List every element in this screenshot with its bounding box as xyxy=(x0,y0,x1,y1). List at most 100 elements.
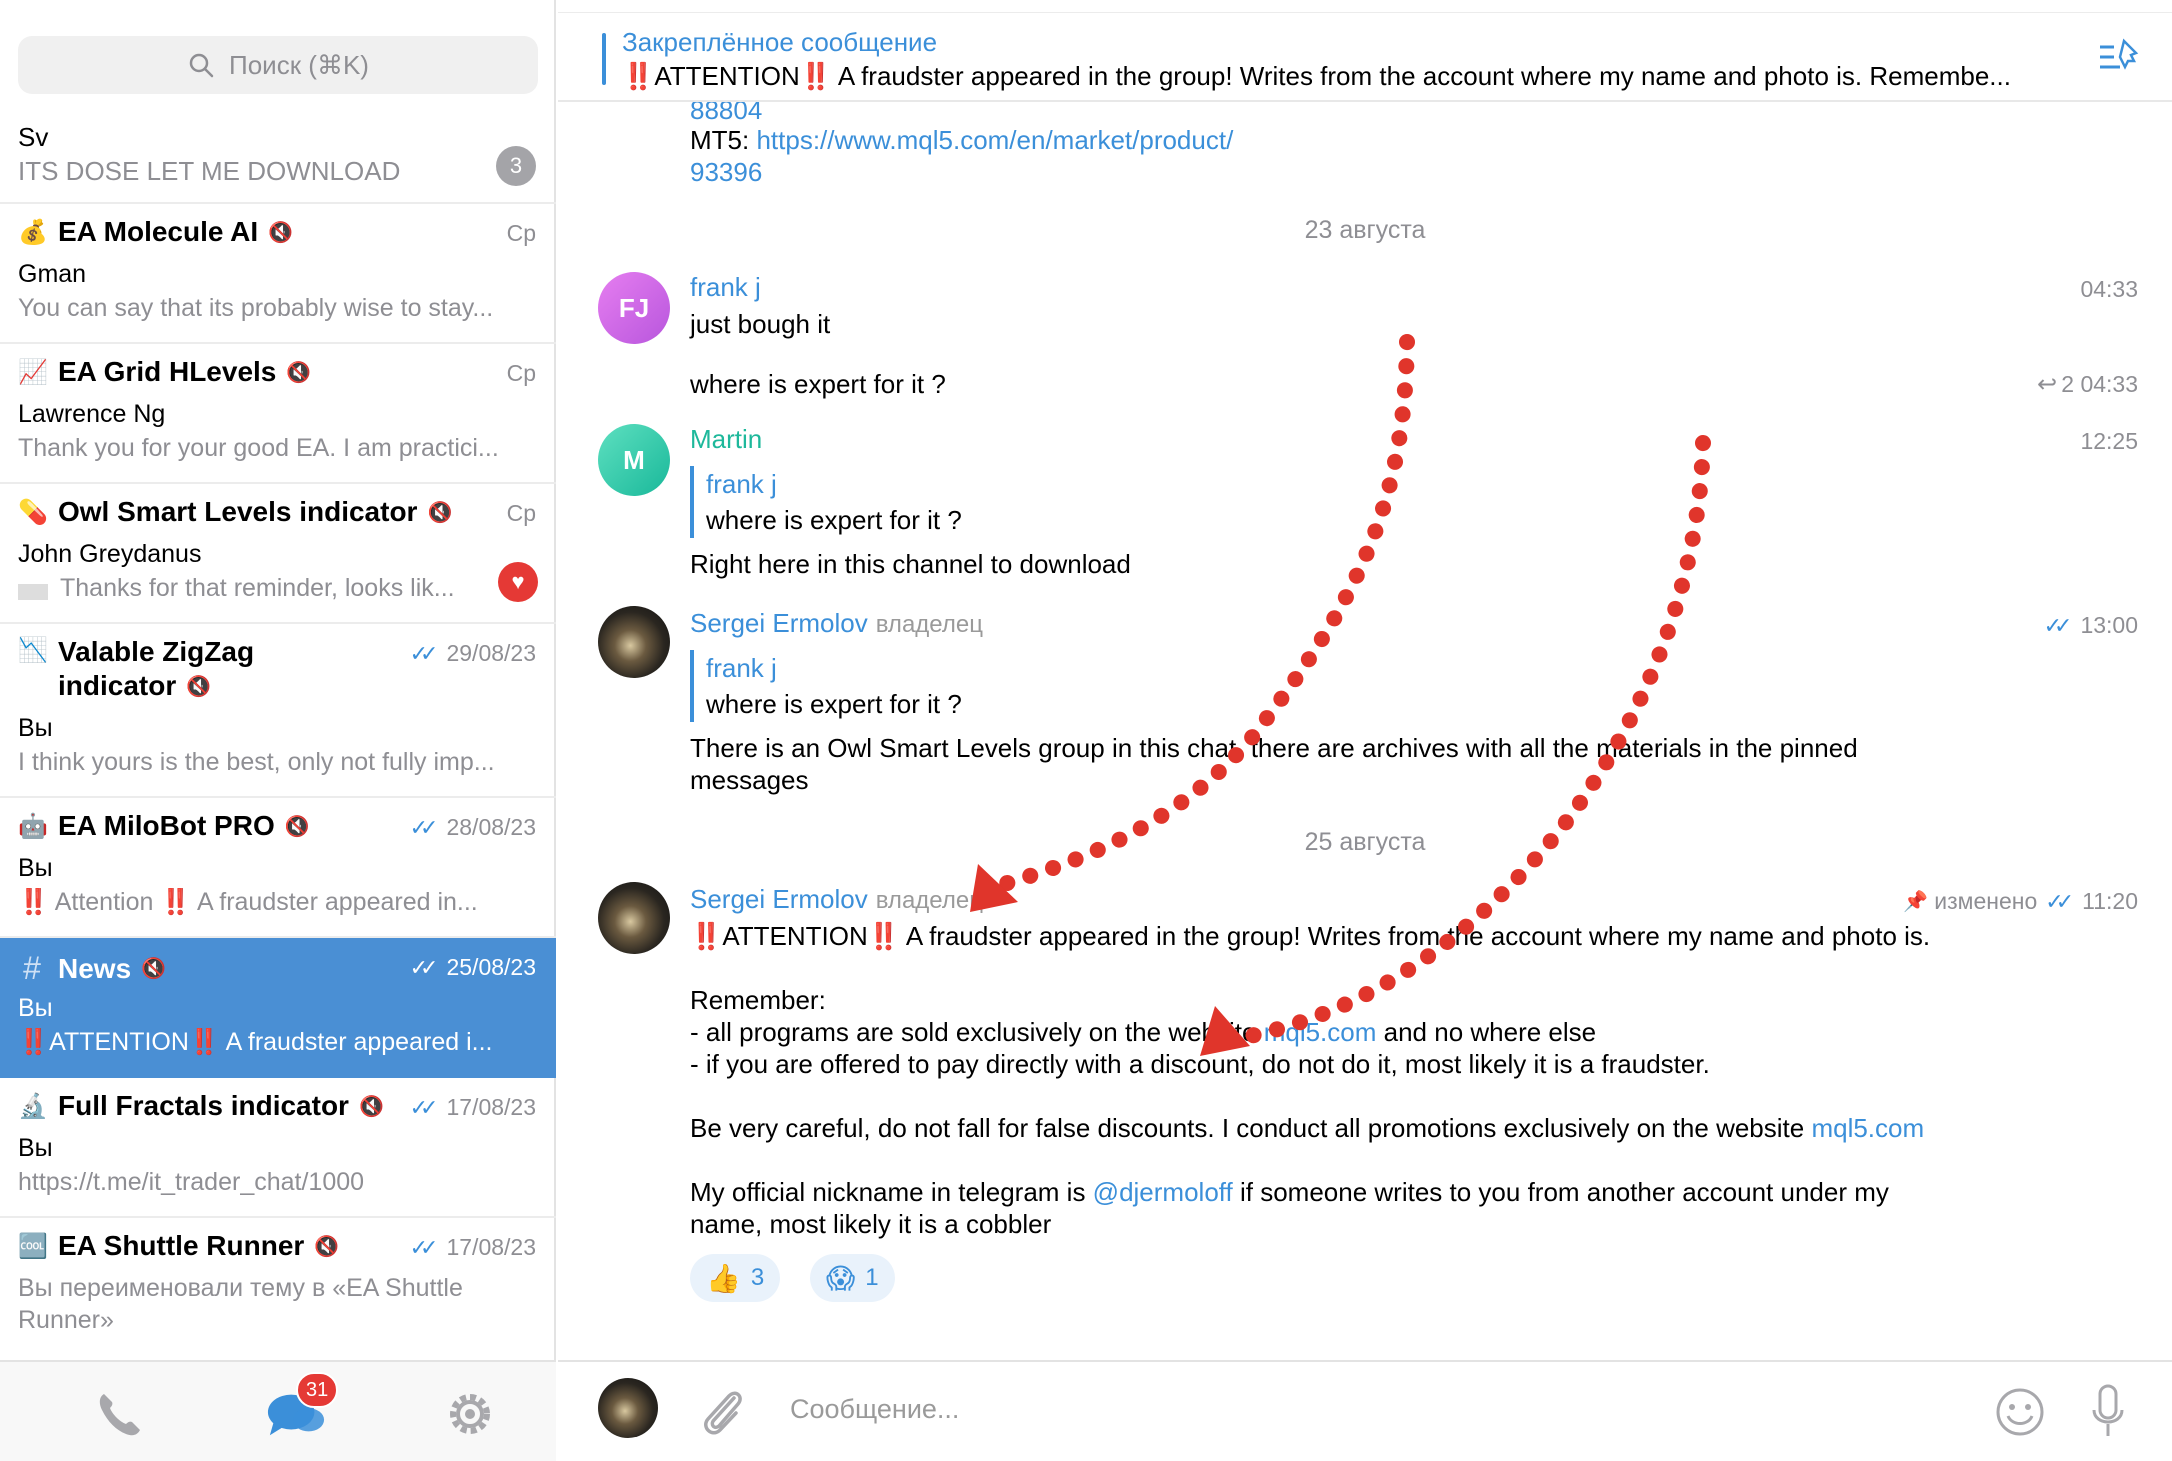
avatar[interactable]: FJ xyxy=(598,272,670,344)
text-part: Be very careful, do not fall for false d… xyxy=(690,1113,1812,1143)
mql5-link[interactable]: mql5.com xyxy=(1811,1113,1924,1143)
message-text: name, most likely it is a cobbler xyxy=(690,1209,1052,1239)
double-check-icon: ✓✓ xyxy=(409,640,439,666)
link-fragment[interactable]: 93396 xyxy=(690,156,762,188)
text-part: My official nickname in telegram is xyxy=(690,1177,1093,1207)
pinned-title: Закреплённое сообщение xyxy=(622,27,938,57)
message-text: Remember: xyxy=(690,985,826,1015)
chat-date: 25/08/23 xyxy=(446,954,536,980)
quote-text: where is expert for it ? xyxy=(706,689,962,719)
reaction-count: 1 xyxy=(865,1264,879,1291)
message-text: where is expert for it ? xyxy=(690,369,946,399)
chat-sender: Вы xyxy=(18,854,53,882)
chat-title: News xyxy=(58,952,132,984)
reply-quote[interactable]: frank j where is expert for it ? xyxy=(690,466,962,538)
chat-item-sv[interactable]: Sv ITS DOSE LET ME DOWNLOAD 3 xyxy=(0,112,556,204)
chat-item-owl-smart-levels[interactable]: 💊 Owl Smart Levels indicator 🔇 Ср John Gre… xyxy=(0,484,556,624)
chat-item-valable-zigzag[interactable]: 📉 Valable ZigZag indicator 🔇 ✓✓ 29/08/23 Вы… xyxy=(0,624,556,798)
sender-name[interactable]: frank j xyxy=(690,272,761,303)
date-separator: 25 августа xyxy=(1304,828,1426,856)
message-text: just bough it xyxy=(690,309,831,339)
quote-text: where is expert for it ? xyxy=(706,505,962,535)
chat-date: 28/08/23 xyxy=(446,814,536,840)
search-input[interactable]: Поиск (⌘K) xyxy=(18,36,538,94)
role-label: владелец xyxy=(875,887,983,914)
mt5-link[interactable]: https://www.mql5.com/en/market/product/ xyxy=(756,125,1233,155)
chat-date: 29/08/23 xyxy=(446,640,536,666)
avatar[interactable]: M xyxy=(598,424,670,496)
sender-name-row[interactable]: Sergei Ermolov владелец xyxy=(690,884,983,915)
sender-name[interactable]: Martin xyxy=(690,424,762,455)
avatar[interactable] xyxy=(598,882,670,954)
search-placeholder: Поиск (⌘K) xyxy=(229,49,369,80)
chat-list: Sv ITS DOSE LET ME DOWNLOAD 3 💰 EA Molecu… xyxy=(0,112,556,1358)
reaction-thumbs-up[interactable]: 👍 3 xyxy=(690,1254,781,1302)
message-text: - all programs are sold exclusively on t… xyxy=(690,1016,1596,1048)
pinned-text: ‼️ATTENTION‼️ A fraudster appeared in th… xyxy=(622,61,2011,91)
microphone-icon[interactable] xyxy=(2088,1382,2128,1442)
muted-icon: 🔇 xyxy=(284,815,310,838)
reply-quote[interactable]: frank j where is expert for it ? xyxy=(690,650,962,722)
pill-icon: 💊 xyxy=(18,498,48,526)
chat-title: Owl Smart Levels indicator xyxy=(58,496,418,527)
chat-title: EA MiloBot PRO xyxy=(58,810,275,841)
avatar[interactable] xyxy=(598,606,670,678)
chat-preview: https://t.me/it_trader_chat/1000 xyxy=(18,1168,365,1196)
chat-title: Full Fractals indicator xyxy=(58,1090,349,1121)
message-input[interactable]: Сообщение... xyxy=(790,1394,959,1425)
chat-sender: Вы xyxy=(18,714,53,742)
search-icon xyxy=(189,53,214,78)
pinned-list-icon[interactable] xyxy=(2098,37,2142,77)
send-as-avatar[interactable] xyxy=(598,1378,658,1438)
muted-icon: 🔇 xyxy=(358,1095,384,1118)
pinned-accent-bar xyxy=(602,33,606,85)
mt5-label: MT5: xyxy=(690,125,757,155)
reaction-scream[interactable]: 😱 1 xyxy=(810,1254,895,1302)
heart-reaction-icon: ♥ xyxy=(498,562,538,602)
scream-face-icon: 😱 xyxy=(826,1262,856,1294)
thumbs-up-icon: 👍 xyxy=(706,1262,741,1294)
quote-author: frank j xyxy=(706,653,777,683)
tab-settings[interactable] xyxy=(440,1384,500,1444)
message-meta[interactable]: ↩ 2 04:33 xyxy=(2037,370,2138,399)
chat-title: EA Molecule AI xyxy=(58,216,259,247)
preview-thumbnail xyxy=(18,584,48,600)
username-link[interactable]: @djermoloff xyxy=(1093,1177,1233,1207)
chat-view: Закреплённое сообщение ‼️ATTENTION‼️ A f… xyxy=(558,0,2172,1461)
chat-item-full-fractals[interactable]: 🔬 Full Fractals indicator 🔇 ✓✓ 17/08/23 Вы … xyxy=(0,1078,556,1218)
chat-preview: ‼️ATTENTION‼️ A fraudster appeared i... xyxy=(18,1028,493,1056)
sender-name-row[interactable]: Sergei Ermolov владелец xyxy=(690,608,983,639)
sidebar: Поиск (⌘K) Sv ITS DOSE LET ME DOWNLOAD 3… xyxy=(0,0,556,1461)
chat-date: Ср xyxy=(506,500,536,526)
emoji-icon[interactable] xyxy=(1994,1386,2046,1438)
chat-item-ea-grid-hlevels[interactable]: 📈 EA Grid HLevels 🔇 Ср Lawrence Ng Thank y… xyxy=(0,344,556,484)
pinned-message-bar[interactable]: Закреплённое сообщение ‼️ATTENTION‼️ A f… xyxy=(558,12,2172,102)
double-check-icon: ✓✓ xyxy=(2043,612,2073,638)
chat-item-ea-molecule-ai[interactable]: 💰 EA Molecule AI 🔇 Ср Gman You can say tha… xyxy=(0,204,556,344)
chat-title: Valable ZigZag xyxy=(58,636,255,667)
mql5-link[interactable]: mql5.com xyxy=(1264,1017,1377,1047)
chat-item-ea-milobot-pro[interactable]: 🤖 EA MiloBot PRO 🔇 ✓✓ 28/08/23 Вы ‼️ Attent… xyxy=(0,798,556,938)
mt5-line: MT5: https://www.mql5.com/en/market/prod… xyxy=(690,124,1233,156)
chat-sender: John Greydanus xyxy=(18,540,202,568)
muted-icon: 🔇 xyxy=(141,958,167,980)
chat-sender: Вы xyxy=(18,994,53,1022)
chat-sender: Вы xyxy=(18,1134,53,1162)
reply-count: 2 xyxy=(2061,371,2075,397)
double-check-icon: ✓✓ xyxy=(409,1234,439,1260)
message-text: There is an Owl Smart Levels group in th… xyxy=(690,733,1858,763)
tab-calls[interactable] xyxy=(90,1384,150,1444)
date-separator: 23 августа xyxy=(1304,216,1426,244)
unread-total-badge: 31 xyxy=(296,1372,339,1408)
chart-down-icon: 📉 xyxy=(18,637,48,664)
muted-icon: 🔇 xyxy=(314,1235,340,1258)
chat-item-news[interactable]: # News 🔇 ✓✓ 25/08/23 Вы ‼️ATTENTION‼️ A fra… xyxy=(0,938,556,1078)
chat-date: 17/08/23 xyxy=(446,1234,536,1260)
message-time: 11:20 xyxy=(2082,888,2138,914)
muted-icon: 🔇 xyxy=(186,675,212,698)
paperclip-icon[interactable] xyxy=(698,1384,748,1440)
sender-name: Sergei Ermolov xyxy=(690,884,868,914)
phone-icon xyxy=(99,1394,140,1436)
chat-item-ea-shuttle-runner[interactable]: 🆒 EA Shuttle Runner 🔇 ✓✓ 17/08/23 Вы переим… xyxy=(0,1218,556,1358)
muted-icon: 🔇 xyxy=(286,361,312,384)
